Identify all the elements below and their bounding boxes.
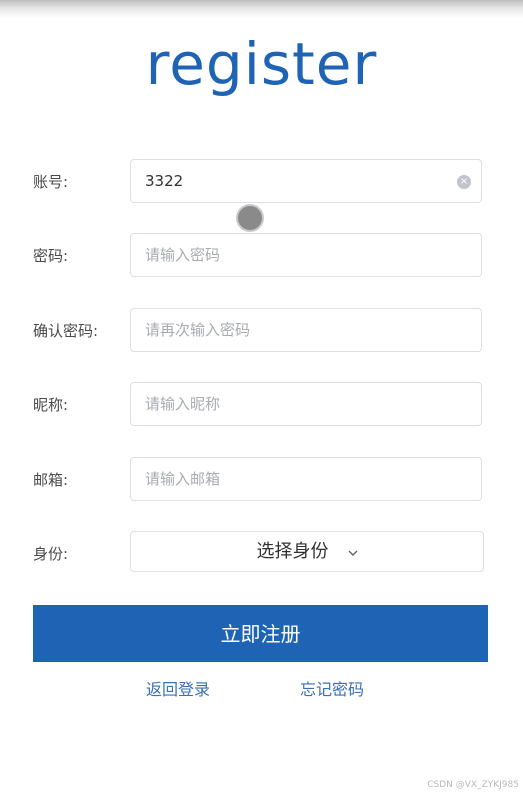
nickname-input[interactable] [131,383,481,425]
confirm-password-label: 确认密码: [33,322,99,340]
password-field[interactable] [130,233,482,277]
confirm-password-input[interactable] [131,309,481,351]
touch-cursor-indicator [236,204,264,232]
identity-label: 身份: [33,545,69,563]
identity-select-text: 选择身份 [256,541,329,562]
confirm-password-field[interactable] [130,308,482,352]
account-input[interactable] [131,160,481,202]
register-button[interactable]: 立即注册 [33,605,488,662]
account-field[interactable]: × [130,159,482,203]
nickname-field[interactable] [130,382,482,426]
email-input[interactable] [131,458,481,500]
password-label: 密码: [33,247,69,265]
password-input[interactable] [131,234,481,276]
watermark: CSDN @VX_ZYKJ985 [427,780,519,790]
chevron-down-icon [348,550,358,556]
nickname-label: 昵称: [33,396,69,414]
page-title: register [145,30,378,98]
email-label: 邮箱: [33,471,69,489]
email-field[interactable] [130,457,482,501]
top-shadow [0,0,523,18]
back-to-login-link[interactable]: 返回登录 [146,679,210,701]
account-label: 账号: [33,173,69,191]
clear-icon[interactable]: × [457,175,471,189]
identity-select[interactable]: 选择身份 [130,531,484,572]
forgot-password-link[interactable]: 忘记密码 [300,679,364,701]
